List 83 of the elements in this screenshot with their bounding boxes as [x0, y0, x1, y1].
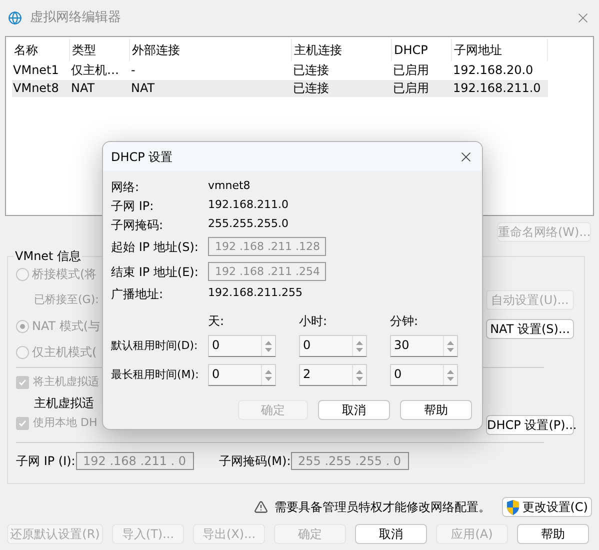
window-title: 虚拟网络编辑器 [30, 9, 122, 28]
spin-value: 0 [211, 337, 221, 354]
warning-text: 需要具备管理员特权才能修改网络配置。 [274, 499, 490, 516]
down-arrow-icon[interactable] [356, 348, 363, 352]
column-header[interactable]: 名称 [12, 39, 70, 61]
column-header: 分钟: [390, 313, 420, 329]
column-header: 小时: [299, 313, 328, 329]
spin-value: 0 [211, 366, 221, 383]
table-cell-text: VMnet8 [12, 80, 60, 97]
checkbox-label: 使用本地 DH [33, 415, 98, 432]
warning-icon [254, 500, 268, 514]
button[interactable]: 帮助 [517, 524, 589, 544]
mode-label: 已桥接至(G): [34, 292, 99, 308]
table-cell-text: VMnet1 [12, 62, 60, 79]
button[interactable]: 取消 [355, 524, 427, 544]
field-label: 子网掩码: [111, 216, 164, 234]
checkmark-icon [18, 378, 27, 387]
table-cell-text: 已启用 [392, 80, 430, 97]
table-cell-text: 192.168.211.0 [452, 80, 542, 97]
radio-label: 仅主机模式( [32, 344, 97, 361]
column-header: 天: [208, 313, 226, 329]
spin-value: 0 [393, 366, 403, 383]
checkbox-label: 将主机虚拟适 [33, 374, 99, 390]
up-arrow-icon[interactable] [447, 340, 454, 344]
dialog-title: DHCP 设置 [111, 148, 174, 166]
table-cell-text: 仅主机… [70, 62, 120, 79]
spin-field[interactable]: 30 [390, 335, 458, 357]
shield-icon [506, 500, 520, 514]
button[interactable]: 取消 [318, 400, 390, 420]
subnet-ip-label: 子网 IP (I): [16, 453, 76, 470]
column-header[interactable]: 类型 [70, 39, 130, 61]
field-label: 网络: [111, 178, 140, 196]
spin-field[interactable]: 0 [208, 364, 276, 386]
lease-label: 默认租用时间(D): [111, 338, 199, 354]
field-value: vmnet8 [208, 178, 250, 194]
column-header[interactable]: 主机连接 [292, 39, 392, 61]
field-label: 结束 IP 地址(E): [111, 264, 200, 280]
spin-value: 2 [302, 366, 312, 383]
table-row[interactable]: VMnet8 NAT NAT 已连接 已启用 192.168.211.0 [12, 80, 548, 97]
up-arrow-icon[interactable] [265, 340, 272, 344]
up-arrow-icon[interactable] [356, 340, 363, 344]
group-title: VMnet 信息 [14, 249, 82, 263]
down-arrow-icon[interactable] [447, 348, 454, 352]
column-header[interactable]: 子网地址 [452, 39, 548, 61]
down-arrow-icon[interactable] [265, 348, 272, 352]
table-cell-text: NAT [130, 80, 156, 97]
button[interactable]: 帮助 [400, 400, 472, 420]
field-value: 255.255.255.0 [208, 216, 288, 232]
up-arrow-icon[interactable] [265, 370, 272, 374]
field-label: 广播地址: [111, 286, 164, 302]
spin-field[interactable]: 2 [299, 364, 367, 386]
field-label: 起始 IP 地址(S): [111, 238, 200, 256]
down-arrow-icon[interactable] [265, 376, 272, 380]
button[interactable]: DHCP 设置(P)... [486, 415, 574, 435]
globe-icon [8, 11, 22, 25]
change-settings-button[interactable]: 更改设置(C) [502, 497, 592, 517]
table-cell-text: 已连接 [292, 62, 330, 79]
checkmark-icon [18, 419, 27, 428]
field-value: 192.168.211.255 [208, 285, 302, 302]
column-header[interactable]: 外部连接 [130, 39, 292, 61]
table-cell-text: 192.168.20.0 [452, 62, 534, 79]
up-arrow-icon[interactable] [447, 370, 454, 374]
button[interactable]: NAT 设置(S)... [486, 319, 574, 339]
spin-field[interactable]: 0 [299, 335, 367, 357]
spin-value: 30 [393, 337, 410, 354]
spin-field[interactable]: 0 [208, 335, 276, 357]
field-value: 192.168.211.0 [208, 197, 288, 214]
table-cell-text: - [130, 62, 136, 79]
down-arrow-icon[interactable] [447, 376, 454, 380]
table-cell-text: NAT [70, 80, 96, 97]
option-label: 主机虚拟适 [34, 395, 94, 412]
radio-label: NAT 模式(与 [32, 318, 100, 335]
table-cell-text: 已启用 [392, 62, 430, 79]
spin-field[interactable]: 0 [390, 364, 458, 386]
field-label: 子网 IP: [111, 198, 155, 214]
up-arrow-icon[interactable] [356, 370, 363, 374]
down-arrow-icon[interactable] [356, 376, 363, 380]
subnet-mask-label: 子网掩码(M): [219, 453, 291, 470]
table-cell-text: 已连接 [292, 80, 330, 97]
column-header[interactable]: DHCP [392, 39, 452, 61]
spin-value: 0 [302, 337, 312, 354]
lease-label: 最长租用时间(M): [111, 366, 200, 383]
radio-label: 桥接模式(将 [32, 266, 97, 283]
